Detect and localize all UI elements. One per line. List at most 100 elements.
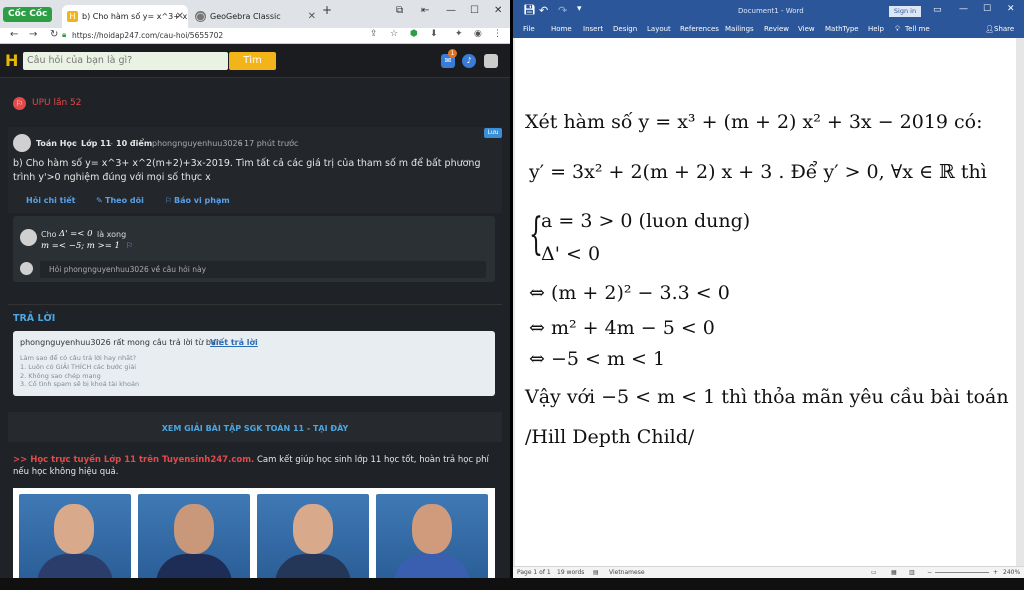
close-icon[interactable]: ✕ [176, 5, 184, 28]
question-subject[interactable]: Toán Học [36, 139, 77, 148]
zoom-in-icon[interactable]: + [993, 569, 998, 576]
zoom-out-icon[interactable]: − [927, 569, 932, 576]
tab-geogebra[interactable]: ◯ GeoGebra Classic ✕ [190, 5, 320, 28]
tab-review[interactable]: Review [764, 25, 789, 33]
tab-mailings[interactable]: Mailings [725, 25, 754, 33]
maximize-icon[interactable]: ☐ [983, 4, 991, 14]
upu-icon: ⚐ [13, 97, 26, 110]
close-window-icon[interactable]: ✕ [1007, 4, 1015, 14]
tab-help[interactable]: Help [868, 25, 884, 33]
tab-insert[interactable]: Insert [583, 25, 603, 33]
tab-references[interactable]: References [680, 25, 719, 33]
language[interactable]: Vietnamese [609, 569, 645, 576]
save-button[interactable]: Lưu [484, 128, 502, 138]
search-input[interactable]: Câu hỏi của bạn là gì? [23, 52, 228, 70]
question-text: b) Cho hàm số y= x^3+ x^2(m+2)+3x-2019. … [13, 158, 481, 183]
site-logo[interactable]: H [5, 52, 19, 70]
puzzle-icon[interactable]: ✦ [455, 29, 463, 39]
teacher-photo[interactable] [19, 494, 131, 578]
star-icon[interactable]: ☆ [390, 29, 398, 39]
doc-line: a = 3 > 0 (luon dung) [541, 210, 751, 232]
menu-icon[interactable]: ⋮ [493, 29, 502, 39]
word-count[interactable]: 19 words [557, 569, 584, 576]
tab-view[interactable]: View [798, 25, 815, 33]
flag-icon[interactable]: ⚐ [126, 241, 133, 250]
lightbulb-icon: 💡︎ [895, 25, 900, 33]
close-icon[interactable]: ✕ [308, 5, 316, 28]
download-icon[interactable]: ⬇ [430, 29, 438, 39]
ribbon-tabs: File Home Insert Design Layout Reference… [513, 22, 1024, 38]
tab-home[interactable]: Home [551, 25, 572, 33]
bell-icon[interactable]: ♪ [462, 54, 476, 68]
tab-design[interactable]: Design [613, 25, 637, 33]
document-title: Document1 - Word [738, 7, 804, 15]
zoom-level[interactable]: 240% [1003, 569, 1020, 576]
share-button[interactable]: Share [994, 25, 1014, 33]
share-icon[interactable]: ⇪ [370, 29, 378, 39]
question-grade[interactable]: Lớp 11 [81, 139, 111, 148]
avatar[interactable] [484, 54, 498, 68]
comment-math-2: m =< −5; m >= 1 [41, 241, 120, 251]
question-author[interactable]: phongnguyenhuu3026 [152, 139, 243, 148]
redo-icon[interactable]: ↷ [558, 4, 567, 17]
report-link[interactable]: Báo vi phạm [174, 196, 230, 205]
doc-line: Xét hàm số y = x³ + (m + 2) x² + 3x − 20… [525, 111, 983, 133]
sgk-link[interactable]: XEM GIẢI BÀI TẬP SGK TOÁN 11 - TẠI ĐÂY [0, 424, 510, 433]
tip-item: 3. Cố tình spam sẽ bị khoá tài khoản [20, 380, 140, 388]
teacher-photo[interactable] [376, 494, 488, 578]
minimize-icon[interactable]: — [446, 5, 456, 16]
extension-icon[interactable]: ⬢ [410, 29, 418, 39]
sign-in-button[interactable]: Sign in [889, 6, 921, 17]
teacher-photo[interactable] [257, 494, 369, 578]
back-icon[interactable]: ← [10, 29, 18, 40]
follow-link[interactable]: Theo dõi [105, 196, 144, 205]
read-mode-icon[interactable]: ▭ [871, 569, 877, 576]
teacher-photo[interactable] [138, 494, 250, 578]
upu-link[interactable]: UPU lần 52 [32, 98, 82, 108]
url-field[interactable]: https://hoidap247.com/cau-hoi/5655702 [72, 29, 223, 43]
divider [8, 304, 502, 305]
undo-icon[interactable]: ↶ [539, 4, 548, 17]
avatar [13, 134, 31, 152]
print-layout-icon[interactable]: ▦ [891, 569, 897, 576]
ask-detail-link[interactable]: Hỏi chi tiết [26, 196, 76, 205]
minimize-icon[interactable]: — [959, 4, 968, 14]
profile-icon[interactable]: ◉ [474, 29, 482, 39]
tell-me-input[interactable]: Tell me [905, 25, 930, 33]
tab-label: GeoGebra Classic [210, 12, 281, 21]
page-count[interactable]: Page 1 of 1 [517, 569, 551, 576]
save-icon[interactable]: 💾︎ [523, 5, 536, 16]
customize-icon[interactable]: ▾ [577, 4, 582, 14]
back-history-icon[interactable]: ⇤ [421, 5, 429, 16]
share-icon: 👤︎ [985, 25, 994, 33]
maximize-icon[interactable]: ☐ [470, 5, 479, 16]
close-window-icon[interactable]: ✕ [494, 5, 502, 16]
tab-layout[interactable]: Layout [647, 25, 671, 33]
zoom-slider[interactable] [935, 572, 989, 573]
tab-active[interactable]: H b) Cho hàm số y= x^3+ x^2(m ✕ [62, 5, 188, 28]
new-tab-button[interactable]: + [322, 3, 332, 17]
forward-icon[interactable]: → [29, 29, 37, 40]
scrollbar[interactable] [1016, 38, 1024, 566]
browser-brand[interactable]: Cốc Cốc [3, 7, 53, 22]
tip-item: 2. Không sao chép mạng [20, 372, 101, 380]
ribbon-display-icon[interactable]: ▭ [933, 5, 942, 15]
flag-icon: ⚐ [165, 196, 173, 205]
answer-wait-text: phongnguyenhuu3026 rất mong câu trả lời … [20, 338, 224, 347]
comment-prefix: Cho [41, 230, 57, 239]
tab-bar: Cốc Cốc H b) Cho hàm số y= x^3+ x^2(m ✕ … [0, 0, 510, 28]
promo-link[interactable]: >> Học trực tuyến Lớp 11 trên Tuyensinh2… [13, 455, 254, 465]
tab-file[interactable]: File [523, 25, 535, 33]
bookmark-icon[interactable]: ⧉ [396, 5, 403, 16]
proofing-icon[interactable]: ▤ [593, 569, 599, 576]
reload-icon[interactable]: ↻ [50, 29, 58, 40]
comment-input[interactable]: Hỏi phongnguyenhuu3026 về câu hỏi này [40, 261, 486, 278]
write-answer-link[interactable]: Viết trả lời [210, 338, 258, 347]
taskbar [0, 578, 1024, 590]
tab-mathtype[interactable]: MathType [825, 25, 859, 33]
site-header: H Câu hỏi của bạn là gì? Tìm ✉ 1 ♪ [0, 44, 510, 78]
document-page[interactable]: Xét hàm số y = x³ + (m + 2) x² + 3x − 20… [515, 38, 1016, 566]
tab-label: b) Cho hàm số y= x^3+ x^2(m [82, 12, 188, 21]
web-layout-icon[interactable]: ▥ [909, 569, 915, 576]
search-button[interactable]: Tìm [229, 52, 276, 70]
